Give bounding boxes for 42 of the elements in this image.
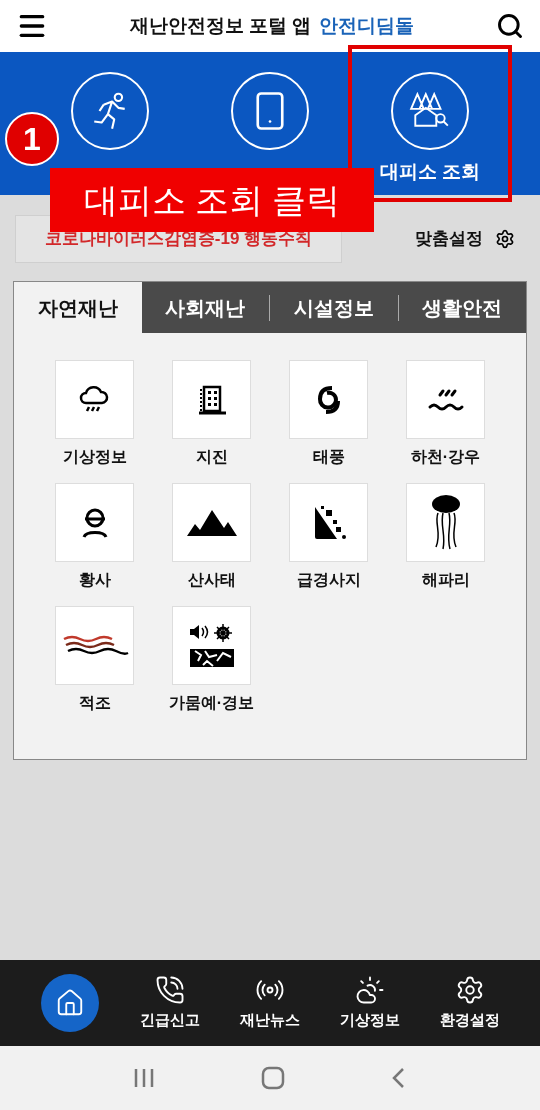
settings-icon: [455, 974, 485, 1005]
disaster-tile[interactable]: [289, 360, 368, 439]
instruction-tooltip: 대피소 조회 클릭: [50, 168, 374, 232]
disaster-tile[interactable]: [406, 360, 485, 439]
category-tab[interactable]: 생활안전: [398, 282, 526, 333]
disaster-label: 해파리: [421, 570, 470, 590]
nav-item[interactable]: 긴급신고: [120, 974, 220, 1032]
phone-icon: [155, 974, 185, 1005]
app-title: 재난안전정보 포털 앱: [129, 13, 312, 38]
disaster-tile[interactable]: [172, 360, 251, 439]
disaster-label: 산사태: [187, 570, 236, 590]
disaster-tile[interactable]: [172, 483, 251, 562]
disaster-tile[interactable]: [406, 483, 485, 562]
nav-item[interactable]: 재난뉴스: [220, 974, 320, 1032]
home-button-icon[interactable]: [261, 1066, 285, 1090]
back-icon[interactable]: [391, 1067, 407, 1089]
nav-item[interactable]: 기상정보: [320, 974, 420, 1032]
disaster-label: 적조: [78, 693, 111, 713]
recent-apps-icon[interactable]: [133, 1067, 155, 1089]
disaster-label: 태풍: [312, 447, 345, 467]
disaster-tile[interactable]: [55, 360, 134, 439]
category-tab[interactable]: 사회재난: [141, 282, 269, 333]
step-badge: 1: [5, 112, 59, 166]
custom-settings-link[interactable]: 맞춤설정: [415, 226, 483, 252]
settings-icon[interactable]: [495, 229, 515, 249]
disaster-tile[interactable]: [55, 483, 134, 562]
disaster-label: 지진: [195, 447, 228, 467]
search-icon[interactable]: [496, 12, 524, 40]
disaster-label: 기상정보: [62, 447, 127, 467]
nav-item[interactable]: 환경설정: [420, 974, 520, 1032]
disaster-label: 급경사지: [296, 570, 361, 590]
app-brand: 안전디딤돌: [319, 13, 415, 38]
disaster-tile[interactable]: [55, 606, 134, 685]
category-tab[interactable]: 시설정보: [270, 282, 398, 333]
disaster-label: 하천·강우: [410, 447, 481, 467]
sun-cloud-icon: [355, 974, 385, 1005]
disaster-tile[interactable]: [172, 606, 251, 685]
disaster-label: 가뭄예·경보: [168, 693, 255, 713]
home-icon: [55, 988, 85, 1018]
disaster-tile[interactable]: [289, 483, 368, 562]
disaster-label: 황사: [78, 570, 111, 590]
category-tab[interactable]: 자연재난: [14, 282, 142, 333]
